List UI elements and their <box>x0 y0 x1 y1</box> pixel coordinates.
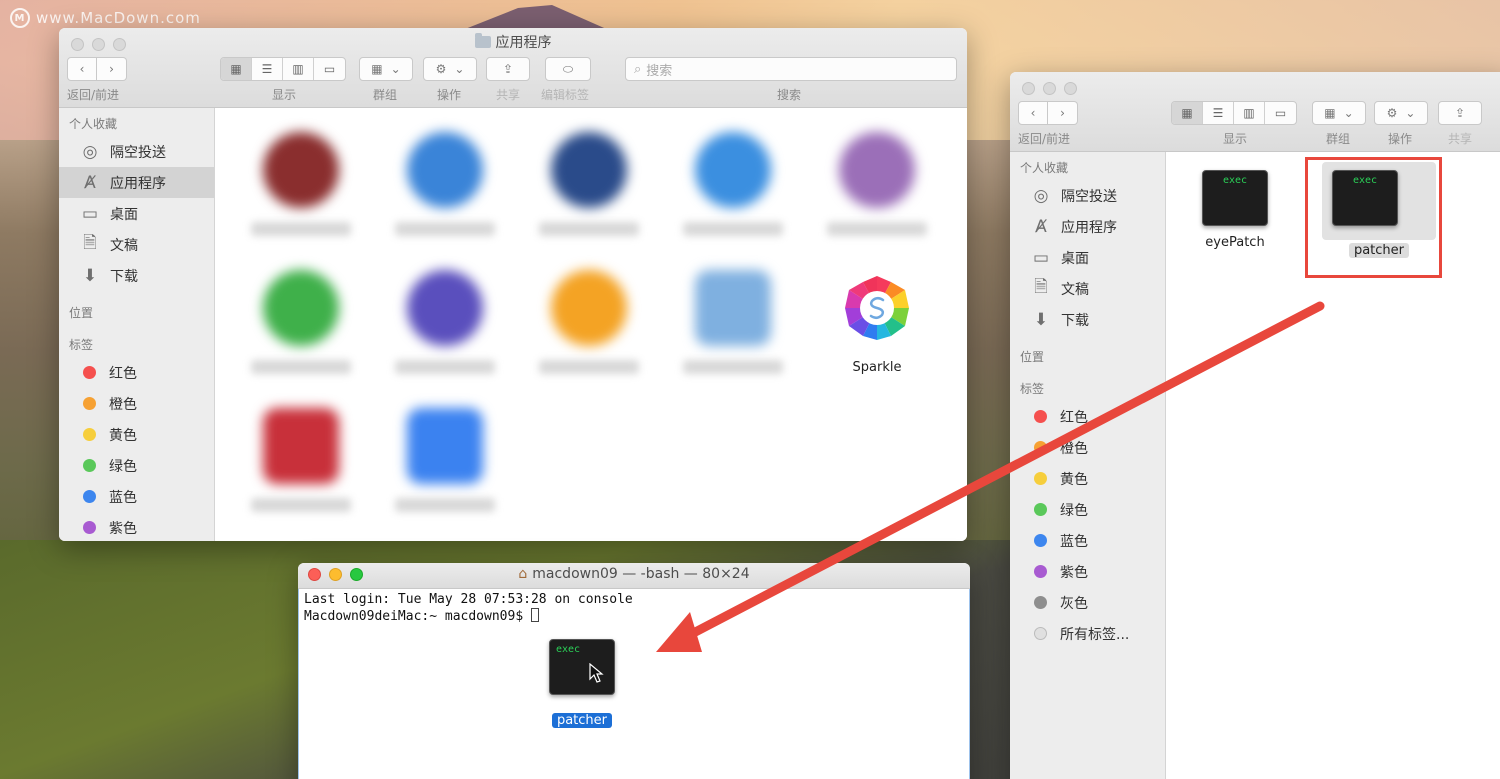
annotation-arrow <box>656 301 1325 652</box>
